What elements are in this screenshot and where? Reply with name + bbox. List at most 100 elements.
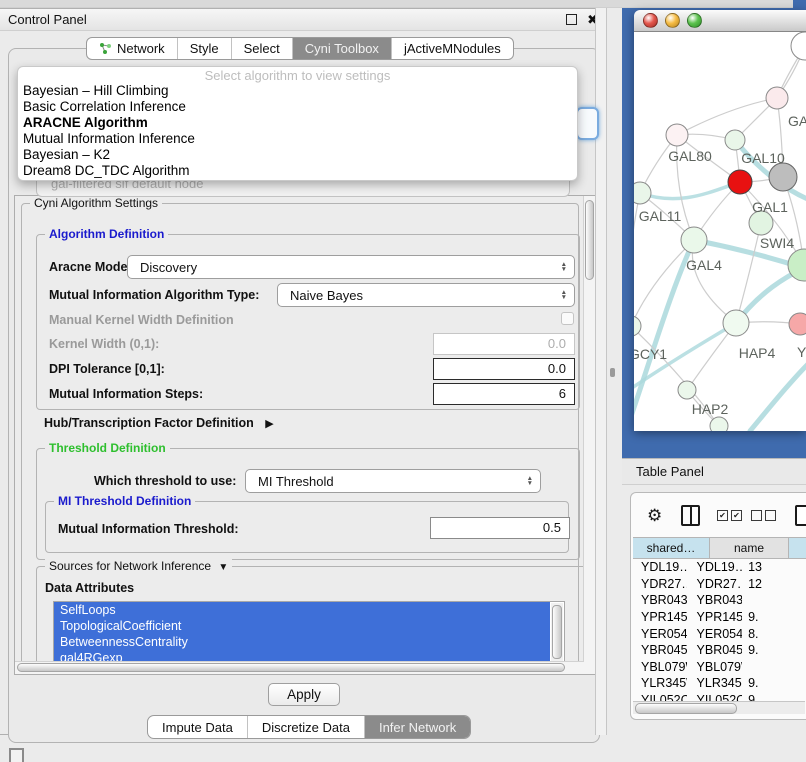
cyni-algorithm-settings-group: Cyni Algorithm Settings Algorithm Defini…: [21, 203, 579, 673]
threshold-definition-group: Threshold Definition Which threshold to …: [36, 448, 580, 560]
combo-stepper-icon: ▲▼: [561, 284, 567, 306]
dpi-tolerance-field[interactable]: 0.0: [433, 358, 575, 380]
tab-network[interactable]: Network: [87, 38, 177, 59]
table-row[interactable]: YBR043CYBR043C: [633, 592, 806, 609]
table-cell: YDL19…: [633, 560, 687, 574]
table-cell: 13: [742, 560, 806, 574]
column-header-a[interactable]: A: [789, 538, 806, 558]
node-hap2[interactable]: [678, 381, 696, 399]
which-threshold-value: MI Threshold: [258, 474, 334, 489]
table-row[interactable]: YBR045CYBR045C9.: [633, 642, 806, 659]
table-row[interactable]: YER054CYER054C8.: [633, 625, 806, 642]
algorithm-option-dream8-dc-tdc-algorithm[interactable]: Dream8 DC_TDC Algorithm: [18, 163, 577, 179]
tab-select[interactable]: Select: [231, 38, 292, 59]
table-row[interactable]: YIL052CYIL052C9.: [633, 692, 806, 701]
node-salmon[interactable]: [789, 313, 806, 335]
table-cell: YPR145W: [687, 610, 743, 624]
tab-style[interactable]: Style: [177, 38, 231, 59]
column-header-shared[interactable]: shared…: [633, 538, 710, 558]
tab-label: Select: [244, 41, 280, 56]
table-row[interactable]: YLR345WYLR345W9.: [633, 675, 806, 692]
mi-threshold-field[interactable]: 0.5: [430, 517, 570, 539]
table-row[interactable]: YDR27…YDR27…12: [633, 576, 806, 593]
table-row[interactable]: YDL19…YDL19…13: [633, 559, 806, 576]
mi-threshold-label: Mutual Information Threshold:: [58, 522, 239, 536]
node-gray[interactable]: [769, 163, 797, 191]
table-settings-gear-icon[interactable]: ⚙: [647, 507, 662, 524]
tab-infer-network[interactable]: Infer Network: [364, 716, 470, 738]
tab-label: Style: [190, 41, 219, 56]
column-layout-icon[interactable]: [681, 505, 700, 526]
sources-group-toggle[interactable]: Sources for Network Inference ▼: [45, 559, 232, 573]
network-window-titlebar[interactable]: [634, 10, 806, 32]
algorithm-option-mutual-information-inference[interactable]: Mutual Information Inference: [18, 131, 577, 147]
minimized-window-icon[interactable]: [9, 748, 24, 762]
kernel-width-field[interactable]: 0.0: [433, 333, 575, 355]
settings-horizontal-scrollbar[interactable]: [15, 661, 584, 674]
aracne-mode-label: Aracne Mode:: [49, 260, 132, 274]
node-gcy1[interactable]: [634, 316, 641, 336]
network-node-label: GAL4: [686, 257, 722, 273]
tab-cyni-toolbox[interactable]: Cyni Toolbox: [292, 38, 391, 59]
attribute-item-selfloops[interactable]: SelfLoops: [54, 602, 550, 618]
table-cell: YDL19…: [687, 560, 743, 574]
node-gal11[interactable]: [634, 182, 651, 204]
node-gal4[interactable]: [681, 227, 707, 253]
table-cell: YDR27…: [687, 577, 743, 591]
attribute-item-betweennesscentrality[interactable]: BetweennessCentrality: [54, 634, 550, 650]
deselect-all-columns-icon[interactable]: [751, 510, 776, 521]
aracne-mode-combo[interactable]: Discovery ▲▼: [127, 255, 575, 279]
table-panel: ⚙ ✔✔ shared…nameA YDL19…YDL19…13YDR27…YD…: [630, 492, 806, 720]
dpi-tolerance-label: DPI Tolerance [0,1]:: [49, 362, 165, 376]
table-cell: YER054C: [687, 627, 743, 641]
node-bottom[interactable]: [710, 417, 728, 431]
threshold-definition-label: Threshold Definition: [45, 441, 170, 455]
tab-jactivemnodules[interactable]: jActiveMNodules: [391, 38, 513, 59]
mi-algorithm-type-combo[interactable]: Naive Bayes ▲▼: [277, 283, 575, 307]
aracne-mode-value: Discovery: [140, 260, 197, 275]
network-view-window: GALGAL80GAL10GAL1GAL11SWI4GAL4GCY1HAP4YH…: [634, 10, 806, 430]
tab-discretize-data[interactable]: Discretize Data: [247, 716, 364, 738]
minimize-window-button[interactable]: [665, 13, 680, 28]
manual-kernel-width-checkbox[interactable]: [561, 312, 574, 325]
algorithm-option-aracne-algorithm[interactable]: ARACNE Algorithm: [18, 115, 577, 131]
apply-button[interactable]: Apply: [268, 683, 340, 706]
node-hap4[interactable]: [723, 310, 749, 336]
export-table-icon[interactable]: [795, 505, 806, 526]
control-panel-window: Control Panel ✖ NetworkStyleSelectCyni T…: [0, 8, 607, 735]
node-gal80[interactable]: [666, 124, 688, 146]
node-gal10[interactable]: [725, 130, 745, 150]
algorithm-popup-items: Bayesian – Hill ClimbingBasic Correlatio…: [18, 83, 577, 179]
table-horizontal-scrollbar[interactable]: [633, 701, 805, 714]
table-row[interactable]: YBL079WYBL079W: [633, 659, 806, 676]
zoom-window-button[interactable]: [687, 13, 702, 28]
table-row[interactable]: YPR145WYPR145W9.: [633, 609, 806, 626]
algorithm-option-basic-correlation-inference[interactable]: Basic Correlation Inference: [18, 99, 577, 115]
screen: Control Panel ✖ NetworkStyleSelectCyni T…: [0, 0, 806, 762]
node-outline[interactable]: [791, 32, 806, 60]
table-cell: YLR345W: [687, 676, 743, 690]
mi-steps-field[interactable]: 6: [433, 383, 575, 405]
hub-definition-toggle[interactable]: Hub/Transcription Factor Definition ▶: [44, 416, 274, 430]
float-window-button[interactable]: [566, 14, 577, 25]
table-cell: 12: [742, 577, 806, 591]
sources-group: Sources for Network Inference ▼ Data Att…: [36, 566, 588, 675]
table-cell: YIL052C: [687, 693, 743, 701]
network-icon: [99, 42, 112, 55]
close-window-button[interactable]: [643, 13, 658, 28]
attribute-item-topologicalcoefficient[interactable]: TopologicalCoefficient: [54, 618, 550, 634]
tab-impute-data[interactable]: Impute Data: [148, 716, 247, 738]
which-threshold-combo[interactable]: MI Threshold ▲▼: [245, 469, 541, 493]
node-pink-top[interactable]: [766, 87, 788, 109]
network-canvas-svg: GALGAL80GAL10GAL1GAL11SWI4GAL4GCY1HAP4YH…: [634, 32, 806, 431]
algorithm-option-bayesian-hill-climbing[interactable]: Bayesian – Hill Climbing: [18, 83, 577, 99]
select-all-columns-icon[interactable]: ✔✔: [717, 510, 742, 521]
splitter-handle[interactable]: [610, 368, 615, 377]
algorithm-option-bayesian-k2[interactable]: Bayesian – K2: [18, 147, 577, 163]
node-gal1-red[interactable]: [728, 170, 752, 194]
network-canvas[interactable]: GALGAL80GAL10GAL1GAL11SWI4GAL4GCY1HAP4YH…: [634, 32, 806, 431]
network-edge: [634, 240, 694, 431]
network-node-label: HAP4: [739, 345, 776, 361]
column-header-name[interactable]: name: [710, 538, 789, 558]
network-edge: [677, 98, 777, 135]
